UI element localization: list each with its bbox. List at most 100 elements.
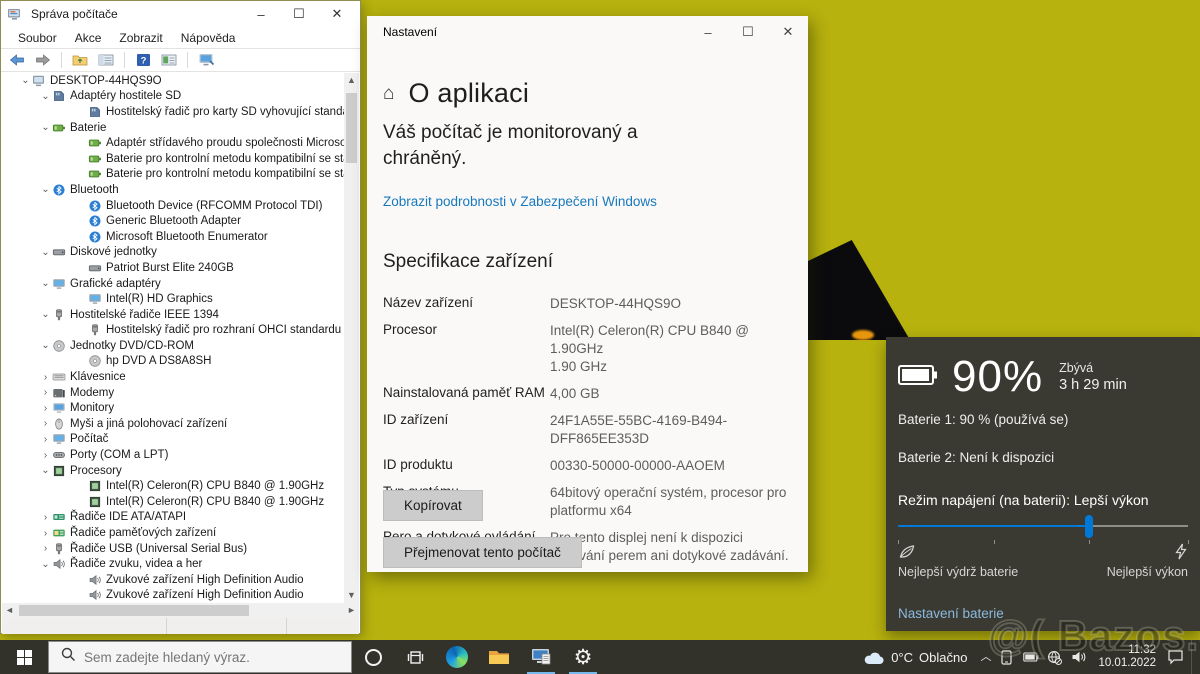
menu-akce[interactable]: Akce [66, 29, 111, 47]
phone-tray-icon[interactable] [998, 649, 1015, 665]
settings-close-button[interactable]: ✕ [768, 16, 808, 48]
horizontal-scroll-thumb[interactable] [19, 605, 249, 616]
collapse-icon[interactable]: ⌄ [39, 184, 52, 195]
tree-item[interactable]: ⌄DESKTOP-44HQS9O [3, 73, 344, 89]
back-icon[interactable] [7, 50, 27, 70]
tree-item[interactable]: ⌄Jednotky DVD/CD-ROM [3, 338, 344, 354]
tree-item[interactable]: ⌄Procesory [3, 463, 344, 479]
scroll-left-icon[interactable]: ◄ [2, 603, 17, 618]
file-explorer-button[interactable] [478, 640, 520, 674]
scroll-right-icon[interactable]: ► [344, 603, 359, 618]
tree-item[interactable]: Adaptér střídavého proudu společnosti Mi… [3, 135, 344, 151]
expand-icon[interactable]: › [39, 434, 52, 445]
tree-item[interactable]: Bluetooth Device (RFCOMM Protocol TDI) [3, 198, 344, 214]
folder-up-icon[interactable] [70, 50, 90, 70]
expand-icon[interactable]: › [39, 372, 52, 383]
tree-item[interactable]: ⌄Adaptéry hostitele SD [3, 89, 344, 105]
collapse-icon[interactable]: ⌄ [39, 340, 52, 351]
tree-item[interactable]: ⌄Baterie [3, 120, 344, 136]
menu-nápověda[interactable]: Nápověda [172, 29, 245, 47]
tree-item[interactable]: ›Modemy [3, 385, 344, 401]
collapse-icon[interactable]: ⌄ [39, 278, 52, 289]
edge-button[interactable] [436, 640, 478, 674]
expand-icon[interactable]: › [39, 543, 52, 554]
vertical-scrollbar[interactable]: ▲ ▼ [344, 73, 359, 603]
dm-minimize-button[interactable]: – [242, 1, 280, 27]
tree-item[interactable]: Baterie pro kontrolní metodu kompatibiln… [3, 167, 344, 183]
tree-item[interactable]: Patriot Burst Elite 240GB [3, 260, 344, 276]
collapse-icon[interactable]: ⌄ [39, 559, 52, 570]
taskbar-search[interactable] [48, 641, 352, 673]
menu-zobrazit[interactable]: Zobrazit [110, 29, 171, 47]
expand-icon[interactable]: › [39, 387, 52, 398]
scroll-up-icon[interactable]: ▲ [344, 73, 359, 88]
computer-management-taskbar-button[interactable] [520, 640, 562, 674]
copy-button[interactable]: Kopírovat [383, 490, 483, 521]
expand-icon[interactable]: › [39, 418, 52, 429]
forward-icon[interactable] [33, 50, 53, 70]
tree-item[interactable]: ⌄Řadiče zvuku, videa a her [3, 556, 344, 572]
tray-expand-icon[interactable]: ︿ [980, 648, 991, 664]
tree-item[interactable]: Microsoft Bluetooth Enumerator [3, 229, 344, 245]
rename-pc-button[interactable]: Přejmenovat tento počítač [383, 537, 582, 568]
tree-item[interactable]: ›Řadiče IDE ATA/ATAPI [3, 510, 344, 526]
collapse-icon[interactable]: ⌄ [39, 122, 52, 133]
tree-item[interactable]: Intel(R) Celeron(R) CPU B840 @ 1.90GHz [3, 478, 344, 494]
dm-maximize-button[interactable]: ☐ [280, 1, 318, 27]
tree-item[interactable]: ›Myši a jiná polohovací zařízení [3, 416, 344, 432]
start-button[interactable] [0, 640, 48, 674]
tree-item[interactable]: Zvukové zařízení High Definition Audio [3, 588, 344, 603]
export-list-icon[interactable] [159, 50, 179, 70]
slider-thumb[interactable] [1085, 515, 1093, 538]
collapse-icon[interactable]: ⌄ [19, 75, 32, 86]
tree-item[interactable]: Hostitelský řadič pro rozhraní OHCI stan… [3, 323, 344, 339]
expand-icon[interactable]: › [39, 403, 52, 414]
cortana-button[interactable] [352, 640, 394, 674]
show-desktop-button[interactable] [1191, 640, 1196, 674]
tree-item[interactable]: ›Monitory [3, 400, 344, 416]
settings-titlebar[interactable]: Nastavení – ☐ ✕ [367, 16, 808, 48]
security-details-link[interactable]: Zobrazit podrobnosti v Zabezpečení Windo… [383, 194, 657, 209]
tree-item[interactable]: Intel(R) HD Graphics [3, 291, 344, 307]
expand-icon[interactable]: › [39, 528, 52, 539]
tree-item[interactable]: ⌄Hostitelské řadiče IEEE 1394 [3, 307, 344, 323]
settings-maximize-button[interactable]: ☐ [728, 16, 768, 48]
collapse-icon[interactable]: ⌄ [39, 247, 52, 258]
horizontal-scrollbar[interactable]: ◄ ► [2, 603, 359, 618]
tree-item[interactable]: ›Řadiče USB (Universal Serial Bus) [3, 541, 344, 557]
tree-item[interactable]: Zvukové zařízení High Definition Audio [3, 572, 344, 588]
help-icon[interactable]: ? [133, 50, 153, 70]
menu-soubor[interactable]: Soubor [9, 29, 66, 47]
dm-close-button[interactable]: ✕ [318, 1, 356, 27]
expand-icon[interactable]: › [39, 512, 52, 523]
tree-item[interactable]: Hostitelský řadič pro karty SD vyhovujíc… [3, 104, 344, 120]
settings-minimize-button[interactable]: – [688, 16, 728, 48]
home-icon[interactable]: ⌂ [383, 83, 394, 105]
collapse-icon[interactable]: ⌄ [39, 309, 52, 320]
tree-item[interactable]: hp DVD A DS8A8SH [3, 354, 344, 370]
battery-settings-link[interactable]: Nastavení baterie [898, 606, 1004, 621]
volume-icon[interactable] [1070, 649, 1087, 665]
vertical-scroll-thumb[interactable] [346, 93, 357, 163]
tree-item[interactable]: Generic Bluetooth Adapter [3, 213, 344, 229]
tree-item[interactable]: Intel(R) Celeron(R) CPU B840 @ 1.90GHz [3, 494, 344, 510]
collapse-icon[interactable]: ⌄ [39, 91, 52, 102]
tree-item[interactable]: ›Řadiče paměťových zařízení [3, 525, 344, 541]
task-view-button[interactable] [394, 640, 436, 674]
tree-item[interactable]: ⌄Bluetooth [3, 182, 344, 198]
monitor-action-icon[interactable] [196, 50, 216, 70]
battery-tray-icon[interactable] [1022, 649, 1039, 665]
weather-widget[interactable]: 0°C Oblačno [863, 650, 967, 665]
collapse-icon[interactable]: ⌄ [39, 465, 52, 476]
network-globe-icon[interactable] [1046, 649, 1063, 665]
scroll-down-icon[interactable]: ▼ [344, 588, 359, 603]
tree-item[interactable]: ›Počítač [3, 432, 344, 448]
dm-titlebar[interactable]: Správa počítače – ☐ ✕ [1, 1, 360, 27]
power-mode-slider[interactable] [898, 515, 1188, 539]
settings-taskbar-button[interactable]: ⚙ [562, 640, 604, 674]
search-input[interactable] [84, 650, 324, 665]
tree-item[interactable]: ›Klávesnice [3, 369, 344, 385]
tree-item[interactable]: ›Porty (COM a LPT) [3, 447, 344, 463]
action-center-icon[interactable] [1167, 649, 1184, 665]
clock[interactable]: 11:32 10.01.2022 [1098, 644, 1156, 670]
